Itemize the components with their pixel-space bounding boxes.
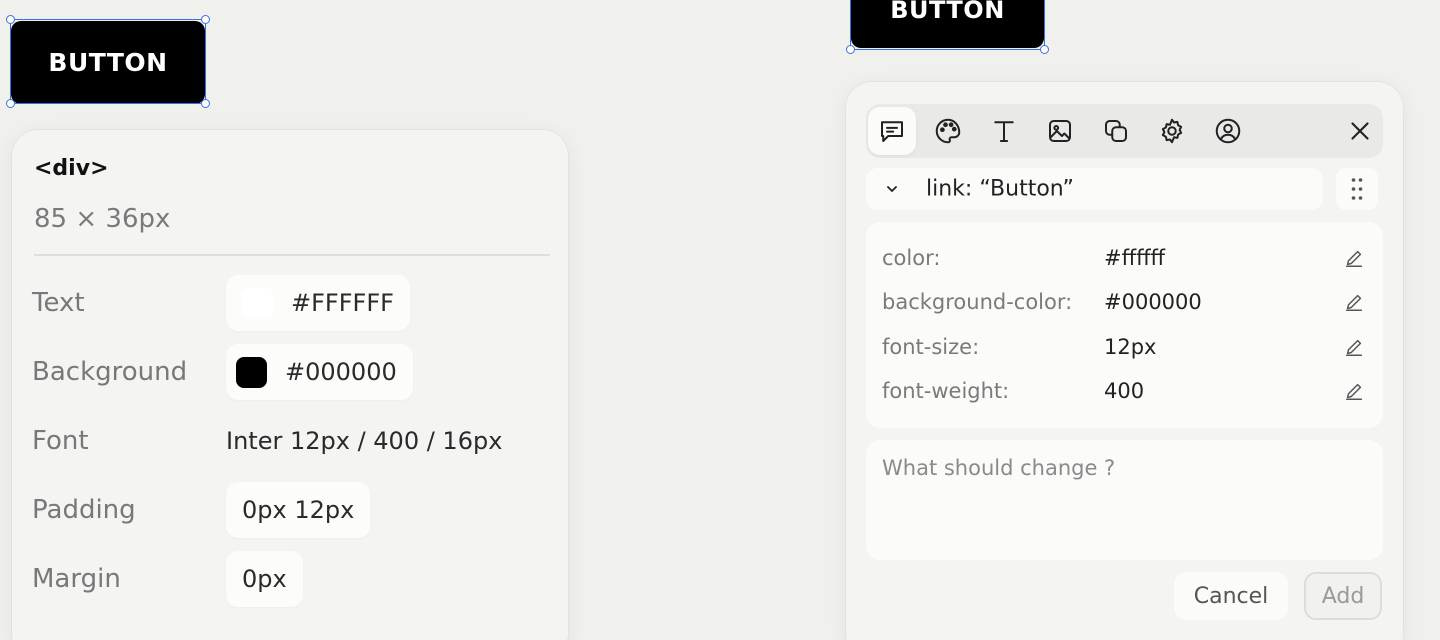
close-button[interactable] [1336, 107, 1384, 155]
pencil-icon[interactable] [1343, 291, 1365, 313]
comment-tool[interactable] [868, 107, 916, 155]
inspector-row-padding: Padding 0px 12px [12, 482, 568, 538]
palette-icon [935, 118, 961, 144]
comment-input[interactable] [866, 440, 1383, 560]
property-row: font-size: 12px [866, 325, 1383, 369]
property-value: 400 [1104, 379, 1145, 403]
row-label: Margin [32, 564, 121, 594]
property-row: background-color: #000000 [866, 280, 1383, 324]
color-value: #FFFFFF [291, 289, 394, 317]
inspector-row-font: Font Inter 12px / 400 / 16px [12, 413, 568, 469]
row-label: Background [32, 357, 188, 387]
color-swatch[interactable] [242, 287, 273, 319]
inspector-row-background: Background #000000 [12, 344, 568, 400]
inspector-row-text: Text #FFFFFF [12, 275, 568, 331]
add-button[interactable]: Add [1304, 572, 1382, 620]
property-value: #000000 [1104, 290, 1202, 314]
resize-handle-br[interactable] [201, 99, 210, 108]
pencil-icon[interactable] [1343, 380, 1365, 402]
style-properties: color: #ffffff background-color: #000000… [866, 222, 1383, 428]
drag-handle[interactable] [1336, 168, 1378, 210]
comment-icon [881, 121, 903, 142]
property-key: font-weight: [882, 379, 1010, 403]
property-value: 12px [1104, 335, 1157, 359]
property-key: color: [882, 246, 941, 270]
color-swatch[interactable] [236, 356, 267, 388]
row-label: Text [32, 288, 85, 318]
layers-icon [1105, 120, 1127, 142]
property-row: color: #ffffff [866, 236, 1383, 280]
divider [34, 254, 550, 256]
inspector-panel: <div> 85 × 36px Text #FFFFFF Background … [12, 130, 568, 640]
pencil-icon[interactable] [1343, 247, 1365, 269]
property-row: font-weight: 400 [866, 369, 1383, 413]
element-dimensions: 85 × 36px [34, 204, 171, 234]
resize-handle-br[interactable] [1040, 45, 1049, 54]
resize-handle-bl[interactable] [6, 99, 15, 108]
cancel-button[interactable]: Cancel [1174, 572, 1288, 620]
annotation-panel: link: “Button” color: #ffffff background… [846, 82, 1403, 640]
font-value: Inter 12px / 400 / 16px [226, 427, 503, 455]
text-tool[interactable] [980, 107, 1028, 155]
grip-icon [1351, 178, 1363, 200]
row-label: Padding [32, 495, 136, 525]
canvas-button-left[interactable]: BUTTON [11, 21, 205, 104]
chevron-down-icon[interactable] [884, 177, 900, 201]
resize-handle-tr[interactable] [201, 15, 210, 24]
close-icon [1351, 122, 1369, 140]
resize-handle-bl[interactable] [846, 45, 855, 54]
property-key: background-color: [882, 290, 1073, 314]
property-key: font-size: [882, 335, 980, 359]
image-icon [1049, 120, 1071, 142]
canvas-button-right[interactable]: BUTTON [851, 0, 1044, 48]
settings-tool[interactable] [1148, 107, 1196, 155]
user-icon [1215, 118, 1241, 144]
layers-tool[interactable] [1092, 107, 1140, 155]
pencil-icon[interactable] [1343, 336, 1365, 358]
text-icon [994, 121, 1014, 142]
margin-value-chip[interactable]: 0px [226, 551, 303, 607]
background-color-chip[interactable]: #000000 [226, 344, 413, 400]
palette-tool[interactable] [924, 107, 972, 155]
selector-label: link: “Button” [926, 176, 1074, 202]
padding-value-chip[interactable]: 0px 12px [226, 482, 371, 538]
toolbar [866, 104, 1383, 158]
color-value: #000000 [285, 358, 397, 386]
element-tag: <div> [34, 156, 109, 181]
image-tool[interactable] [1036, 107, 1084, 155]
settings-icon [1161, 118, 1183, 144]
row-label: Font [32, 426, 89, 456]
element-selector[interactable]: link: “Button” [866, 168, 1323, 210]
resize-handle-tl[interactable] [6, 15, 15, 24]
text-color-chip[interactable]: #FFFFFF [226, 275, 410, 331]
property-value: #ffffff [1104, 246, 1166, 270]
user-tool[interactable] [1204, 107, 1252, 155]
inspector-row-margin: Margin 0px [12, 551, 568, 607]
